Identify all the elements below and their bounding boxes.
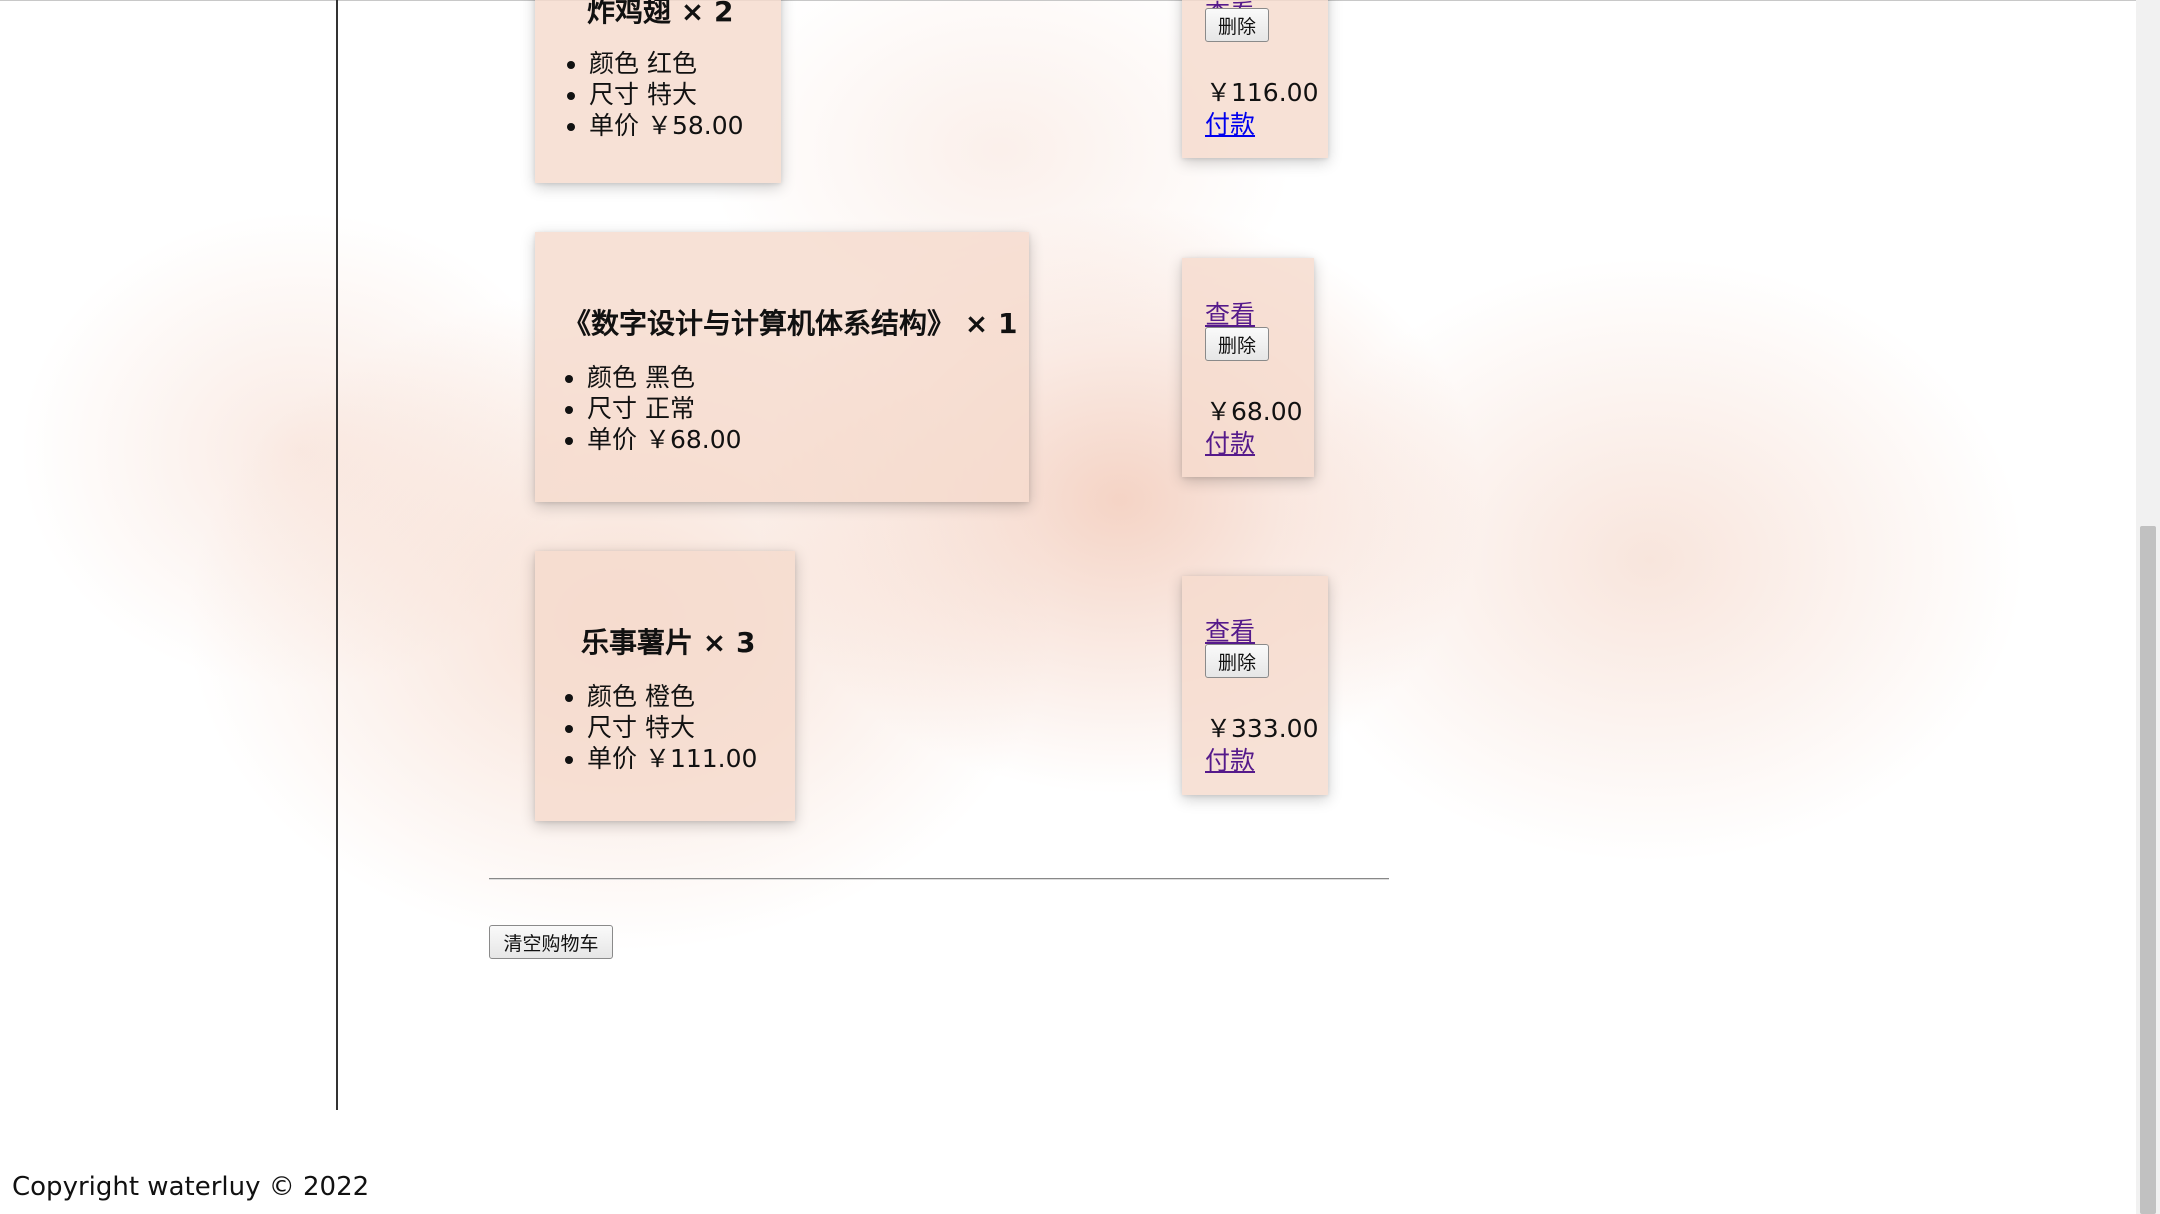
delete-button[interactable]: 删除 — [1205, 327, 1269, 361]
cart-item-title: 《数字设计与计算机体系结构》 × 1 — [563, 307, 1018, 340]
view-link[interactable]: 查看 — [1205, 295, 1255, 331]
cart-item-size: 尺寸 特大 — [589, 79, 744, 110]
delete-button[interactable]: 删除 — [1205, 8, 1269, 42]
pay-link[interactable]: 付款 — [1205, 741, 1255, 777]
cart-item-card: 乐事薯片 × 3 颜色 橙色 尺寸 特大 单价 ￥111.00 — [535, 551, 795, 821]
clear-cart-button[interactable]: 清空购物车 — [489, 925, 613, 959]
cart-item-color: 颜色 橙色 — [587, 681, 757, 712]
item-total-price: ￥116.00 — [1206, 78, 1319, 107]
cart-item-color: 颜色 红色 — [589, 48, 744, 79]
cart-item-title: 乐事薯片 × 3 — [581, 626, 756, 659]
cart-item-size: 尺寸 特大 — [587, 712, 757, 743]
cart-item-color: 颜色 黑色 — [587, 362, 742, 393]
cart-item-title: 炸鸡翅 × 2 — [587, 0, 734, 28]
cart-item-attributes: 颜色 红色 尺寸 特大 单价 ￥58.00 — [559, 48, 744, 141]
view-link[interactable]: 查看 — [1205, 612, 1255, 648]
sidebar-divider — [336, 0, 338, 1110]
item-total-price: ￥333.00 — [1206, 714, 1319, 743]
cart-item-actions: 查看 删除 ￥333.00 付款 — [1182, 576, 1328, 795]
cart-item-actions: 查看 删除 ￥116.00 付款 — [1182, 0, 1328, 158]
cart-item-actions: 查看 删除 ￥68.00 付款 — [1182, 258, 1314, 477]
cart-item-unit-price: 单价 ￥111.00 — [587, 743, 757, 774]
cart-item-attributes: 颜色 黑色 尺寸 正常 单价 ￥68.00 — [557, 362, 742, 455]
item-total-price: ￥68.00 — [1206, 397, 1303, 426]
cart-item-size: 尺寸 正常 — [587, 393, 742, 424]
copyright-footer: Copyright waterluy © 2022 — [12, 1172, 370, 1202]
cart-item-attributes: 颜色 橙色 尺寸 特大 单价 ￥111.00 — [557, 681, 757, 774]
pay-link[interactable]: 付款 — [1205, 424, 1255, 460]
delete-button[interactable]: 删除 — [1205, 644, 1269, 678]
section-divider — [489, 878, 1389, 879]
cart-item-card: 炸鸡翅 × 2 颜色 红色 尺寸 特大 单价 ￥58.00 — [535, 0, 781, 183]
cart-item-unit-price: 单价 ￥58.00 — [589, 110, 744, 141]
vertical-scrollbar-thumb[interactable] — [2140, 526, 2156, 1214]
top-border — [0, 0, 2136, 1]
cart-item-unit-price: 单价 ￥68.00 — [587, 424, 742, 455]
cart-item-card: 《数字设计与计算机体系结构》 × 1 颜色 黑色 尺寸 正常 单价 ￥68.00 — [535, 232, 1029, 502]
pay-link[interactable]: 付款 — [1205, 105, 1255, 141]
